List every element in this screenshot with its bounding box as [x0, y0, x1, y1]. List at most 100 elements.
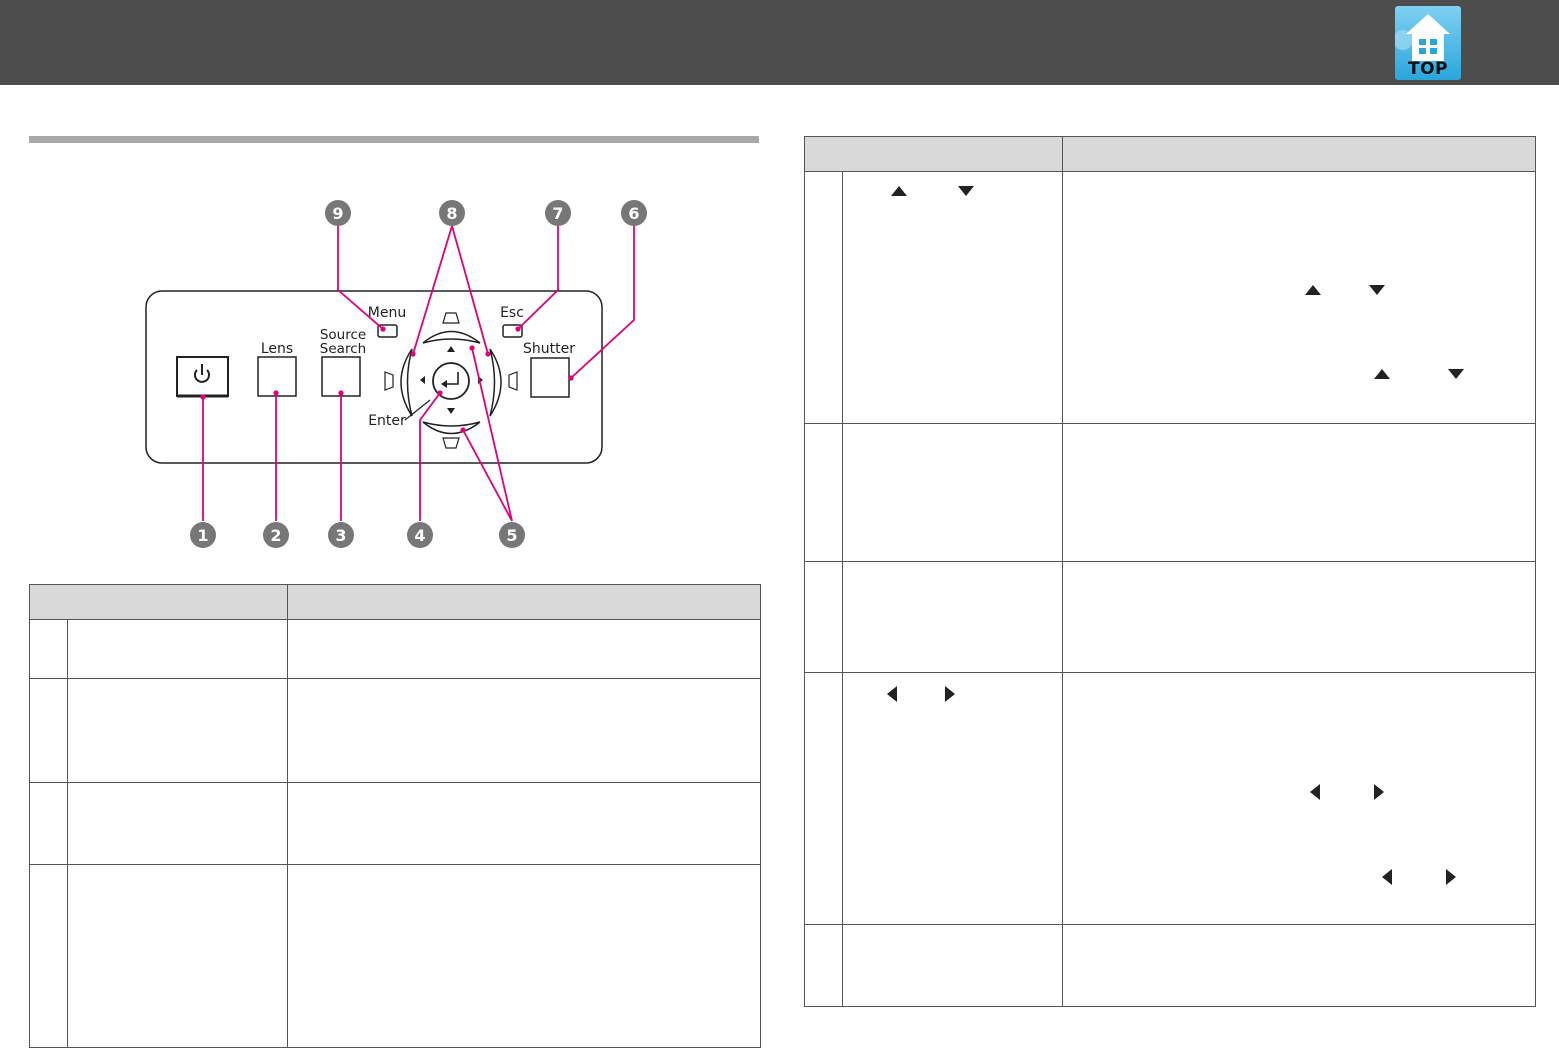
lens-button[interactable]: [257, 356, 297, 397]
svg-text:2: 2: [270, 526, 281, 545]
row-number-cell: [804, 423, 843, 562]
menu-label: Menu: [368, 305, 406, 321]
table-row: [29, 619, 761, 679]
power-icon: [194, 364, 210, 383]
row-number-cell: [29, 782, 68, 865]
row-function-cell: [1062, 423, 1536, 562]
header-cell-function: [287, 584, 761, 620]
keystone-icon: [508, 371, 518, 391]
row-number-cell: [29, 619, 68, 679]
table-header-row: [804, 136, 1536, 172]
row-function-cell: [1062, 171, 1536, 424]
row-name-cell: [842, 672, 1063, 925]
table-row: [29, 782, 761, 865]
row-name-cell: [67, 619, 288, 679]
triangle-right-icon: [1374, 784, 1384, 800]
enter-icon: [441, 372, 459, 388]
row-name-cell: [67, 782, 288, 865]
svg-text:1: 1: [197, 526, 208, 545]
callout-badge-1: 1: [190, 522, 216, 548]
down-button[interactable]: [422, 421, 481, 435]
table-row: [29, 678, 761, 783]
svg-text:9: 9: [332, 204, 343, 223]
right-spec-table: [804, 136, 1536, 1007]
table-row: [804, 561, 1536, 673]
triangle-left-icon: [420, 376, 425, 384]
triangle-down-icon: [1448, 369, 1464, 379]
callout-badge-5: 5: [499, 522, 525, 548]
svg-text:3: 3: [335, 526, 346, 545]
table-row: [804, 672, 1536, 925]
row-function-cell: [287, 678, 761, 783]
callout-badge-3: 3: [328, 522, 354, 548]
callout-badge-2: 2: [263, 522, 289, 548]
keystone-icon: [384, 371, 394, 391]
keystone-icon: [442, 312, 460, 324]
table-row: [804, 171, 1536, 424]
keystone-icon: [442, 437, 460, 449]
triangle-up-icon: [1305, 285, 1321, 295]
header-cell-name: [804, 136, 1063, 172]
callout-badge-6: 6: [621, 200, 647, 226]
svg-text:5: 5: [506, 526, 517, 545]
row-number-cell: [804, 672, 843, 925]
svg-text:8: 8: [446, 204, 457, 223]
source-label-line2: Search: [320, 341, 366, 357]
callout-badge-8: 8: [439, 200, 465, 226]
row-number-cell: [804, 924, 843, 1007]
row-name-cell: [67, 864, 288, 1048]
up-button[interactable]: [422, 330, 481, 344]
row-name-cell: [842, 924, 1063, 1007]
shutter-label: Shutter: [523, 341, 575, 357]
control-panel-diagram: Lens Source Search Menu Esc Shutter Ente…: [145, 200, 647, 548]
triangle-down-icon: [447, 408, 455, 414]
row-name-cell: [67, 678, 288, 783]
row-number-cell: [29, 678, 68, 783]
table-row: [804, 423, 1536, 562]
esc-label: Esc: [500, 305, 524, 321]
row-name-cell: [842, 561, 1063, 673]
row-name-cell: [842, 423, 1063, 562]
triangle-left-icon: [1310, 784, 1320, 800]
triangle-right-icon: [945, 686, 955, 702]
row-function-cell: [287, 864, 761, 1048]
triangle-left-icon: [1382, 869, 1392, 885]
row-function-cell: [1062, 672, 1536, 925]
triangle-up-icon: [447, 346, 455, 352]
row-number-cell: [804, 171, 843, 424]
triangle-up-icon: [891, 186, 907, 196]
triangle-down-icon: [958, 186, 974, 196]
left-button[interactable]: [400, 348, 413, 417]
triangle-up-icon: [1374, 369, 1390, 379]
lens-label: Lens: [261, 341, 293, 357]
row-function-cell: [1062, 924, 1536, 1007]
row-function-cell: [287, 782, 761, 865]
table-header-row: [29, 584, 761, 620]
enter-label: Enter: [368, 413, 406, 429]
top-button-label: TOP: [1407, 59, 1448, 79]
row-function-cell: [287, 619, 761, 679]
left-spec-table: [29, 584, 761, 1048]
table-row: [804, 924, 1536, 1007]
triangle-right-icon: [1446, 869, 1456, 885]
row-number-cell: [29, 864, 68, 1048]
top-button[interactable]: TOP: [1395, 6, 1461, 80]
triangle-left-icon: [887, 686, 897, 702]
power-button[interactable]: [176, 356, 229, 398]
callout-badge-4: 4: [407, 522, 433, 548]
shutter-button[interactable]: [530, 357, 570, 398]
row-name-cell: [842, 171, 1063, 424]
source-search-button[interactable]: [321, 356, 361, 397]
table-row: [29, 864, 761, 1048]
svg-text:7: 7: [552, 204, 563, 223]
right-button[interactable]: [489, 348, 502, 417]
header-cell-name: [29, 584, 288, 620]
svg-text:4: 4: [414, 526, 425, 545]
row-number-cell: [804, 561, 843, 673]
svg-text:6: 6: [628, 204, 639, 223]
callout-badge-7: 7: [545, 200, 571, 226]
row-function-cell: [1062, 561, 1536, 673]
callout-badge-9: 9: [325, 200, 351, 226]
header-cell-function: [1062, 136, 1536, 172]
triangle-down-icon: [1369, 285, 1385, 295]
